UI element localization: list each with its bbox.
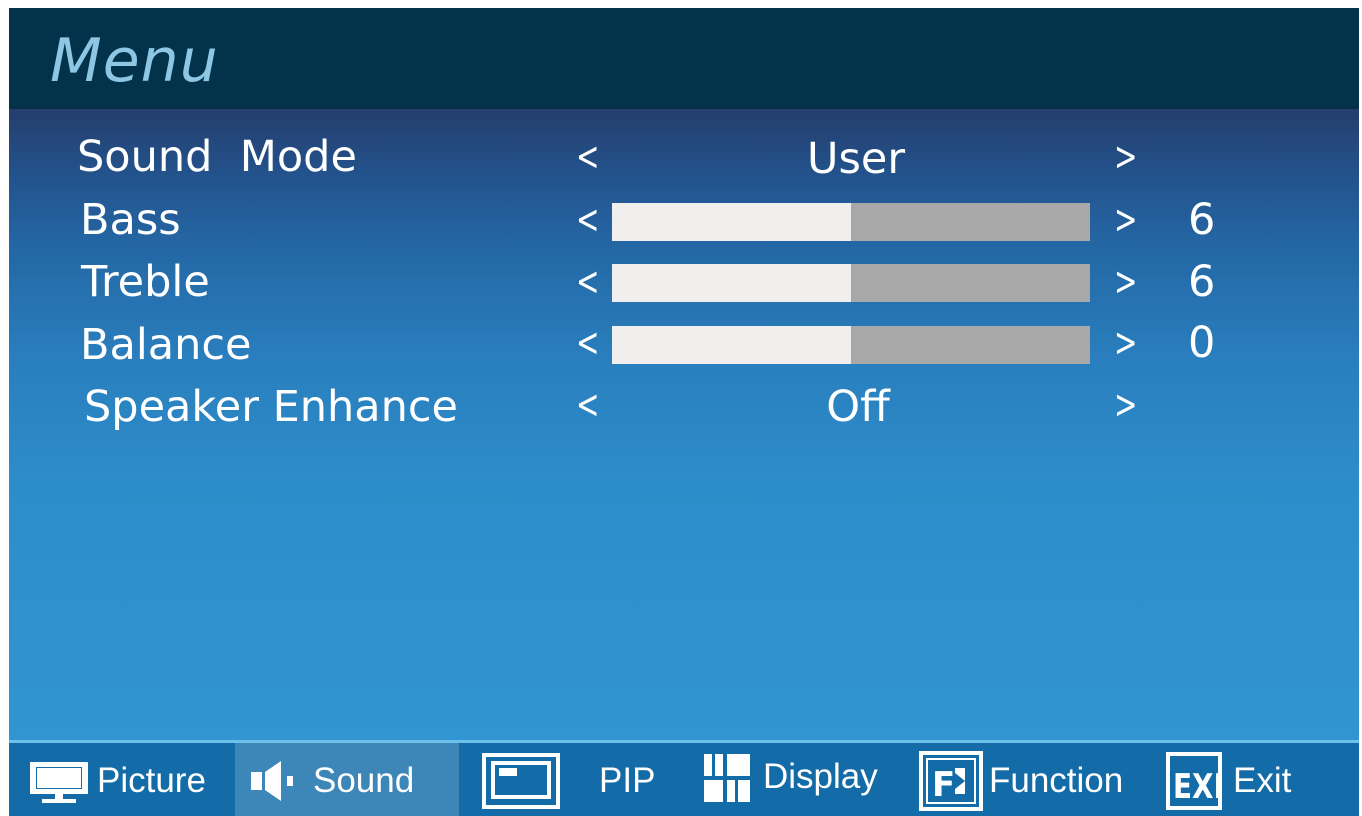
bass-left-arrow[interactable]: < (576, 194, 599, 246)
balance-slider[interactable] (612, 326, 1090, 364)
balance-right-arrow[interactable]: > (1114, 317, 1137, 369)
title-bar: Menu (9, 8, 1359, 109)
treble-slider-fill (612, 264, 851, 302)
treble-right-arrow[interactable]: > (1114, 256, 1137, 308)
speaker-icon (251, 761, 293, 801)
sound-settings-panel: Sound Mode < User > Bass < > 6 Treble < … (9, 109, 1359, 740)
bass-label: Bass (80, 195, 181, 245)
tab-label-exit: Exit (1233, 761, 1292, 800)
tab-label-function: Function (989, 761, 1124, 800)
treble-slider[interactable] (612, 264, 1090, 302)
function-icon: F (919, 751, 983, 811)
bass-right-arrow[interactable]: > (1114, 194, 1137, 246)
balance-label: Balance (80, 320, 252, 370)
tab-display[interactable]: Display (693, 743, 911, 816)
tab-pip[interactable]: PIP (461, 743, 691, 816)
tab-function[interactable]: F Function (913, 743, 1157, 816)
bass-value: 6 (1188, 195, 1216, 245)
pip-window-icon (482, 753, 560, 809)
sound-mode-right-arrow[interactable]: > (1114, 131, 1137, 183)
monitor-icon (30, 762, 88, 803)
exit-icon: EXIT (1166, 752, 1222, 810)
balance-value: 0 (1188, 318, 1216, 368)
tab-label-display: Display (763, 757, 878, 796)
grid-icon (704, 754, 750, 802)
sound-mode-label: Sound Mode (77, 132, 357, 182)
menu-tab-bar: Picture Sound PIP Display F Function EX … (9, 740, 1359, 816)
menu-title: Menu (50, 26, 219, 96)
tab-sound[interactable]: Sound (235, 743, 459, 816)
svg-text:F: F (932, 765, 955, 805)
tab-label-pip: PIP (599, 761, 656, 800)
balance-left-arrow[interactable]: < (576, 317, 599, 369)
tab-picture[interactable]: Picture (9, 743, 233, 816)
bass-slider[interactable] (612, 203, 1090, 241)
tab-label-picture: Picture (97, 761, 206, 800)
treble-value: 6 (1188, 257, 1216, 307)
bass-slider-fill (612, 203, 851, 241)
svg-text:EXIT: EXIT (1173, 767, 1222, 806)
sound-mode-left-arrow[interactable]: < (576, 131, 599, 183)
tab-exit[interactable]: EXIT Exit (1159, 743, 1359, 816)
speaker-enhance-label: Speaker Enhance (84, 382, 458, 432)
tab-label-sound: Sound (313, 761, 415, 800)
treble-label: Treble (81, 257, 210, 307)
treble-left-arrow[interactable]: < (576, 256, 599, 308)
sound-mode-value: User (806, 134, 905, 184)
speaker-enhance-left-arrow[interactable]: < (576, 379, 599, 431)
osd-menu-window: Menu Sound Mode < User > Bass < > 6 Treb… (9, 8, 1359, 816)
speaker-enhance-value: Off (826, 382, 890, 432)
speaker-enhance-right-arrow[interactable]: > (1114, 379, 1137, 431)
balance-slider-fill (612, 326, 851, 364)
